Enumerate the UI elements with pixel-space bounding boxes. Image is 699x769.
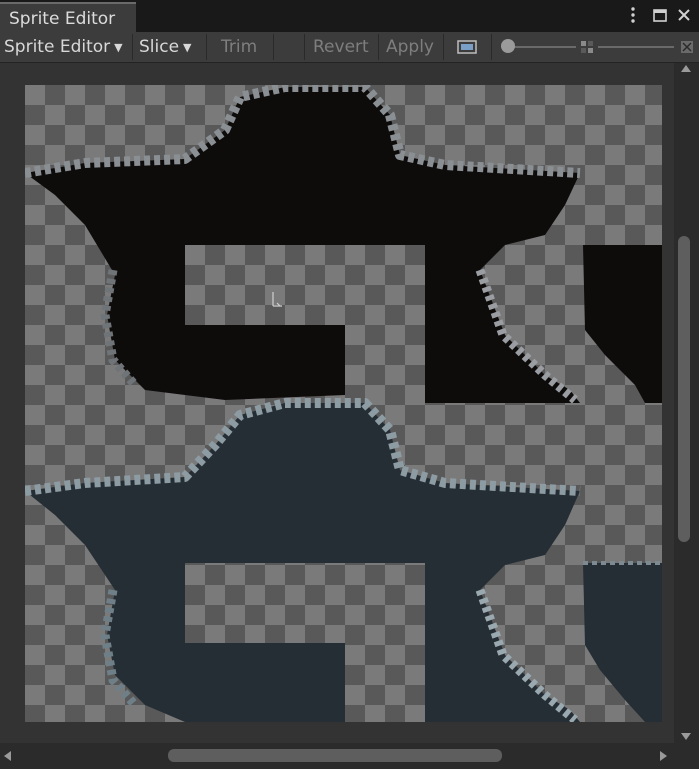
color-channel-icon[interactable]	[457, 32, 477, 62]
toolbar: Sprite Editor ▼ Slice ▼ Trim Revert Appl…	[0, 32, 699, 63]
vertical-scroll-thumb[interactable]	[678, 236, 690, 542]
revert-button[interactable]: Revert	[313, 32, 369, 62]
tile-artwork	[25, 85, 662, 722]
sprite-texture	[25, 85, 662, 722]
chevron-down-icon: ▼	[183, 40, 192, 54]
tab-sprite-editor[interactable]: Sprite Editor	[0, 2, 136, 32]
zoom-slider-knob[interactable]	[501, 39, 515, 53]
tab-title: Sprite Editor	[9, 9, 116, 29]
trim-button[interactable]: Trim	[221, 32, 257, 62]
mode-dropdown[interactable]: Sprite Editor ▼	[4, 32, 123, 62]
tab-bar: Sprite Editor	[0, 0, 699, 32]
scroll-up-icon[interactable]	[681, 65, 691, 72]
apply-button[interactable]: Apply	[386, 32, 434, 62]
mouse-cursor-icon	[272, 292, 282, 307]
mip-slider-end-icon	[680, 32, 694, 62]
mip-slider-track	[598, 46, 674, 48]
horizontal-scroll-thumb[interactable]	[168, 749, 502, 762]
dark-tile-group	[25, 85, 662, 404]
chevron-down-icon: ▼	[114, 40, 123, 54]
mip-level-icon	[580, 32, 594, 62]
revert-label: Revert	[313, 37, 369, 57]
sprite-viewport[interactable]	[0, 63, 674, 743]
maximize-icon[interactable]	[651, 6, 669, 24]
apply-label: Apply	[386, 37, 434, 57]
slice-dropdown[interactable]: Slice ▼	[139, 32, 192, 62]
close-icon[interactable]	[675, 6, 693, 24]
more-vertical-icon[interactable]	[624, 6, 642, 24]
scroll-left-icon[interactable]	[4, 751, 11, 761]
blue-tile-group	[25, 398, 662, 722]
scroll-right-icon[interactable]	[660, 751, 667, 761]
scroll-down-icon[interactable]	[681, 733, 691, 740]
mode-label: Sprite Editor	[4, 37, 111, 57]
trim-label: Trim	[221, 37, 258, 57]
slice-label: Slice	[139, 37, 180, 57]
zoom-slider-track	[508, 46, 576, 48]
